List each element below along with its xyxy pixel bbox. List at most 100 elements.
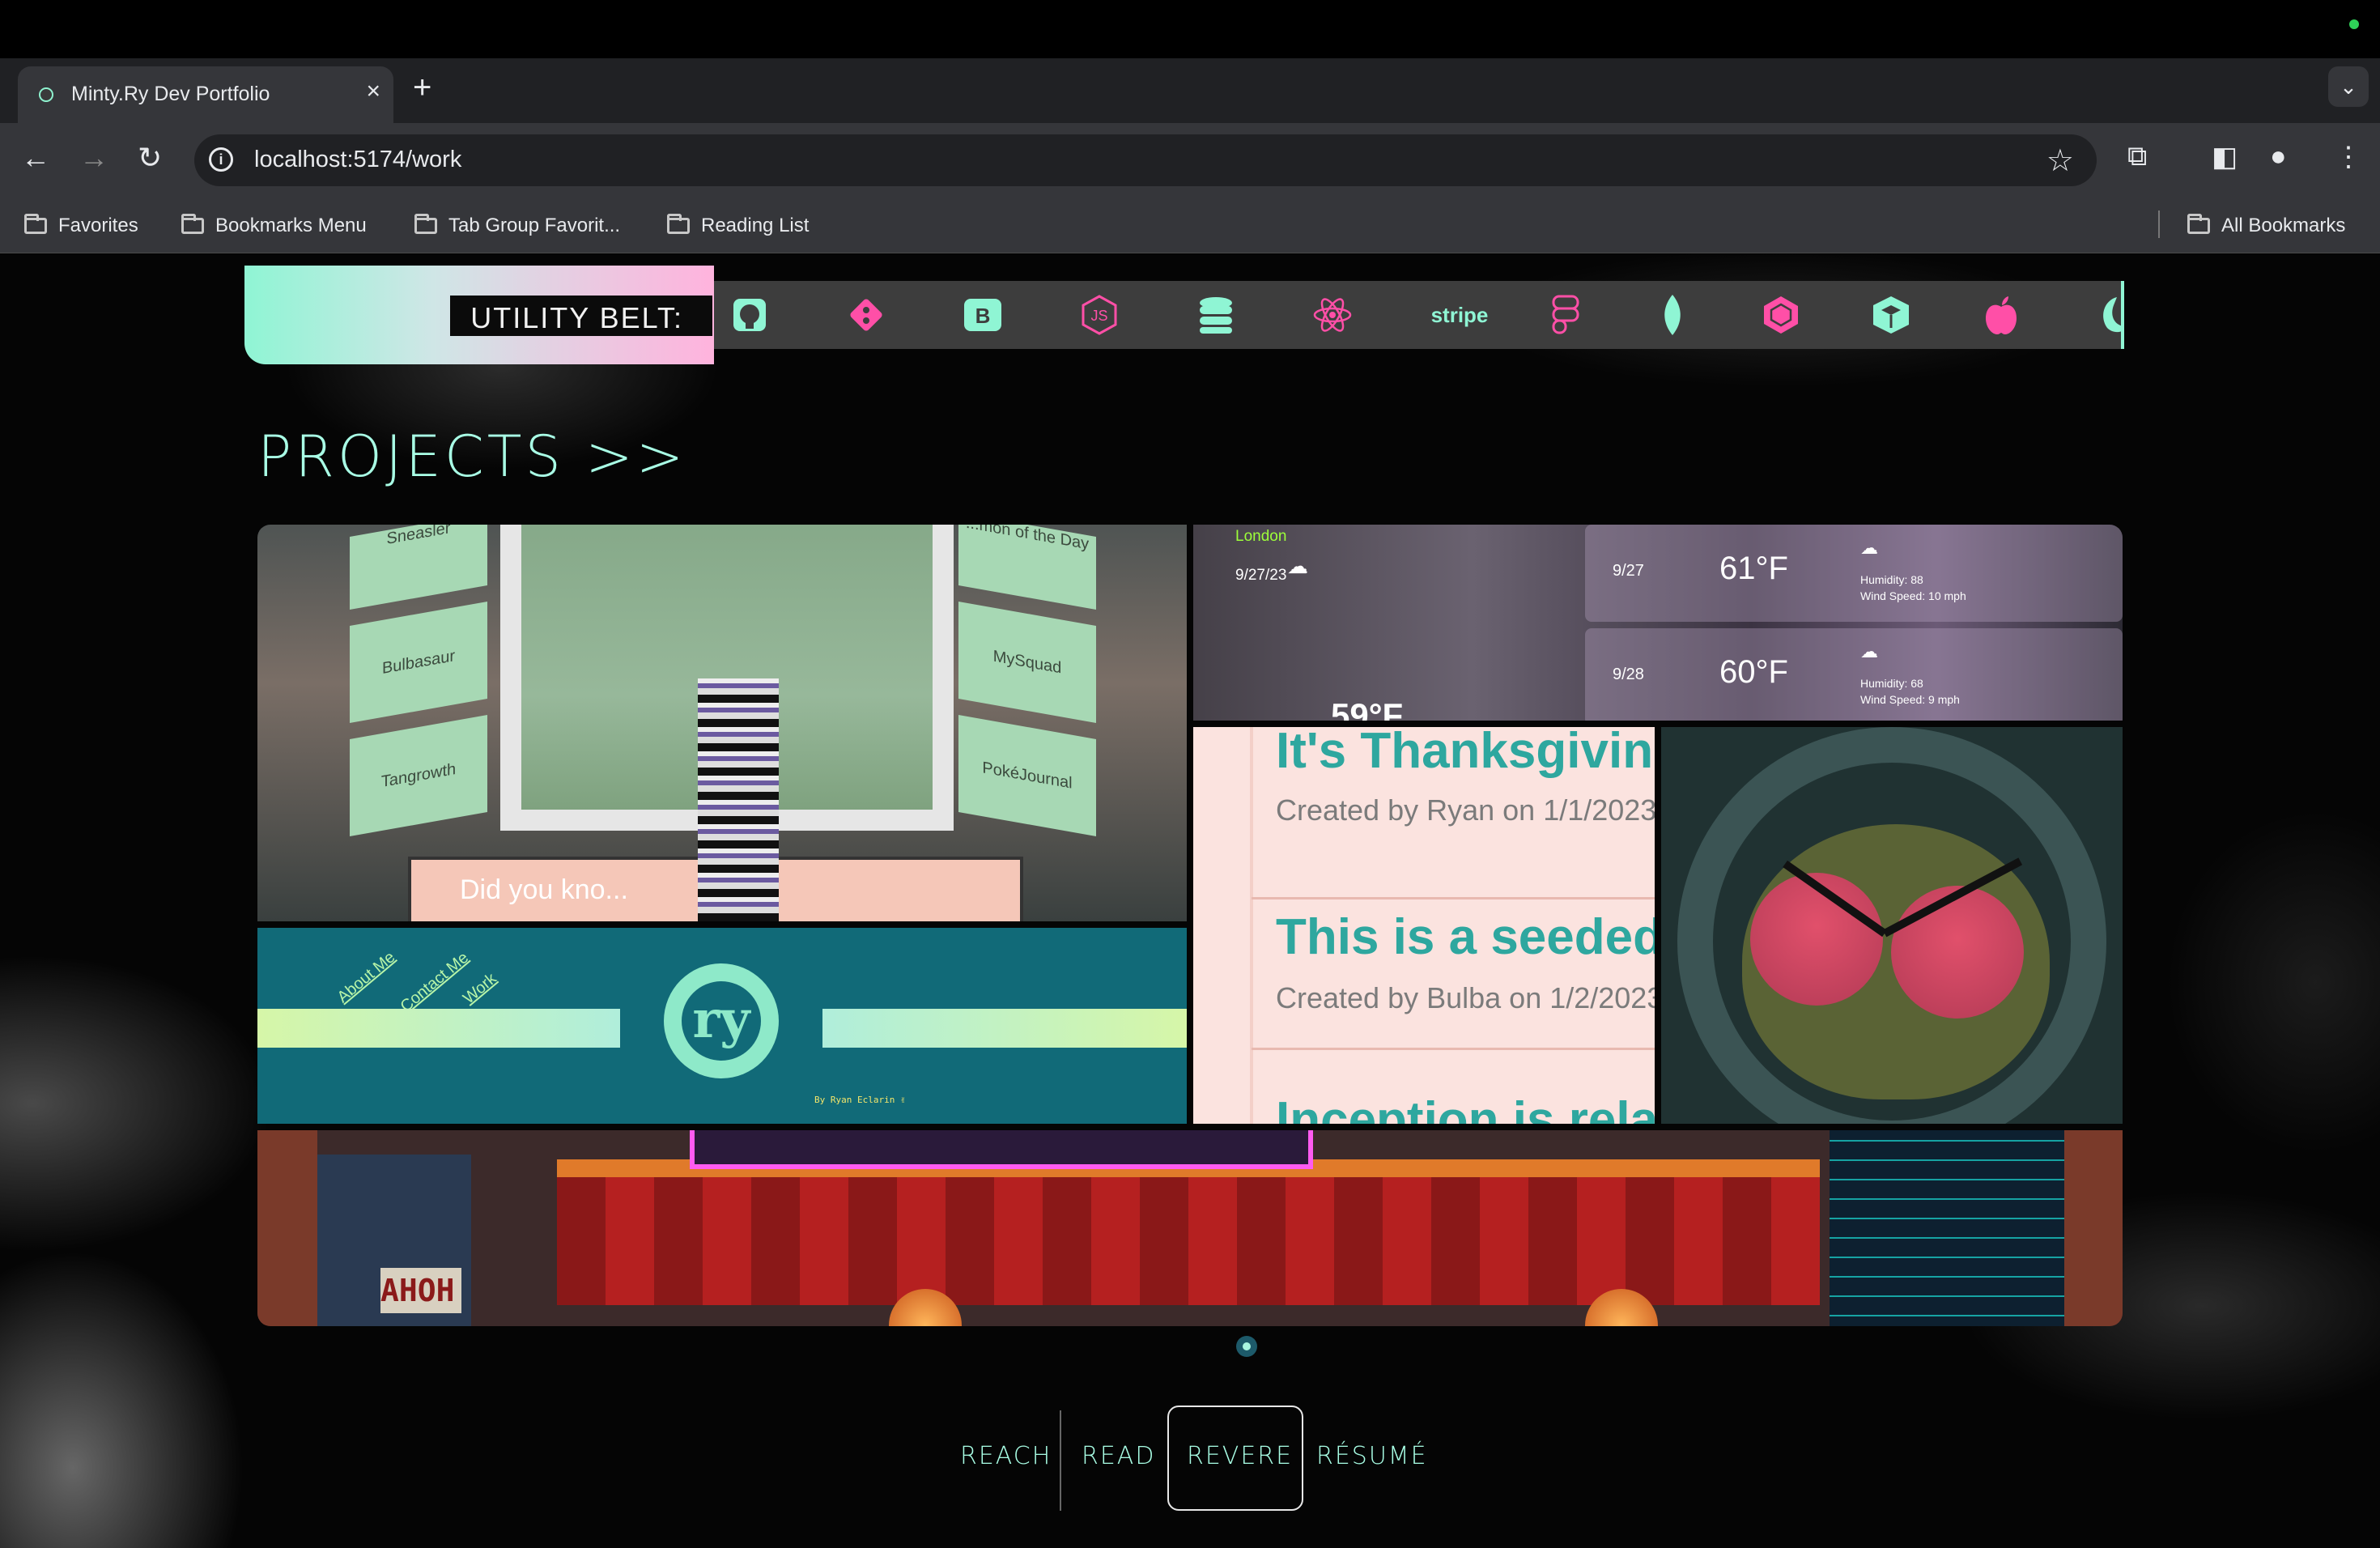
weather-city: London: [1235, 528, 1287, 545]
codesandbox-icon: [1868, 292, 1914, 338]
nav-revere[interactable]: REVERE: [1187, 1428, 1293, 1485]
cloud-icon: ☁: [1287, 554, 1308, 578]
moon-icon: [2089, 292, 2121, 338]
project-card-weather[interactable]: London 9/27/23 ☁ 59°F 9/27 61°F ☁ Humidi…: [1193, 525, 2123, 721]
forecast-temp: 61°F: [1719, 551, 1788, 586]
svg-text:B: B: [975, 304, 991, 328]
site-info-icon[interactable]: i: [209, 147, 233, 172]
forecast-wind: Wind Speed: 10 mph: [1860, 589, 1966, 602]
pokedex-side-card: Sneasler: [350, 525, 487, 610]
blog-entry-title: It's Thanksgivin: [1276, 727, 1654, 779]
extensions-icon[interactable]: ⧉: [2127, 141, 2147, 172]
all-bookmarks-folder[interactable]: All Bookmarks: [2187, 212, 2345, 240]
bookmark-star-icon[interactable]: ☆: [2046, 142, 2074, 179]
bookmark-folder[interactable]: Tab Group Favorit...: [414, 212, 620, 240]
url-text[interactable]: localhost:5174/work: [254, 147, 461, 173]
react-icon: [1310, 292, 1355, 338]
pokedex-side-card: Bulbasaur: [350, 602, 487, 723]
pixel-skyline: [1830, 1130, 2064, 1326]
pokedex-card-label: ...mon of the Day: [965, 525, 1090, 554]
carousel-indicator[interactable]: [1236, 1336, 1257, 1357]
portfolio-link: About Me: [334, 948, 399, 1007]
portfolio-bar: [822, 1009, 1187, 1048]
figma-icon: [1543, 292, 1588, 338]
bookmark-folder[interactable]: Favorites: [24, 212, 138, 240]
pixel-brick-wall: [2064, 1130, 2123, 1326]
browser-tab[interactable]: Minty.Ry Dev Portfolio ×: [18, 66, 393, 123]
pixel-brick-wall: [257, 1130, 317, 1326]
address-bar[interactable]: i localhost:5174/work ☆: [194, 134, 2097, 186]
owl-eye: [1750, 873, 1883, 1006]
project-card-clock[interactable]: [1661, 727, 2123, 1124]
portfolio-credit: By Ryan Eclarin ✌: [814, 1095, 906, 1105]
forecast-day: 9/27: [1613, 562, 1644, 580]
apple-icon: [1978, 292, 2024, 338]
pixel-building: AHOH: [317, 1155, 471, 1326]
projects-heading: PROJECTS >>: [257, 423, 687, 490]
browser-toolbar: ← → ↻ i localhost:5174/work ☆ ⧉ ◧ ● ⋮: [0, 123, 2380, 199]
forecast-humidity: Humidity: 68: [1860, 677, 1923, 690]
weather-current-temp: 59°F: [1331, 696, 1404, 721]
forecast-card: 9/28 60°F ☁ Humidity: 68 Wind Speed: 9 m…: [1585, 628, 2123, 721]
os-menu-bar: [0, 0, 2380, 58]
bookmark-label: Tab Group Favorit...: [448, 215, 621, 236]
tab-search-button[interactable]: ⌄: [2328, 66, 2369, 107]
javascript-icon: JS: [1077, 292, 1122, 338]
bookmark-label: All Bookmarks: [2221, 215, 2346, 236]
utility-belt-label: UTILITY BELT:: [470, 301, 683, 334]
weather-date: 9/27/23: [1235, 567, 1287, 584]
stripe-icon: stripe: [1430, 302, 1489, 327]
reload-icon[interactable]: ↻: [138, 141, 162, 175]
forecast-wind: Wind Speed: 9 mph: [1860, 693, 1960, 706]
forecast-temp: 60°F: [1719, 654, 1788, 690]
bookmark-label: Bookmarks Menu: [215, 215, 367, 236]
bookmark-label: Reading List: [701, 215, 810, 236]
forecast-day: 9/28: [1613, 666, 1644, 683]
cloud-icon: ☁: [1860, 641, 1878, 661]
pokedex-card-label: Tangrowth: [380, 759, 457, 792]
project-card-pokedex[interactable]: Sneasler Bulbasaur Tangrowth ...mon of t…: [257, 525, 1187, 921]
close-tab-icon[interactable]: ×: [366, 78, 380, 105]
bookmark-folder[interactable]: Bookmarks Menu: [181, 212, 367, 240]
nav-resume[interactable]: RÉSUMÉ: [1316, 1428, 1428, 1485]
favicon-icon: [39, 87, 53, 102]
project-card-pixel-street[interactable]: AHOH: [257, 1130, 2123, 1326]
database-icon: [1193, 292, 1239, 338]
blog-entry: It's Thanksgivin Created by Ryan on 1/1/…: [1252, 727, 1655, 899]
github-icon: [727, 292, 772, 338]
weather-current: London 9/27/23 ☁ 59°F: [1193, 525, 1566, 721]
nav-divider: [1060, 1410, 1061, 1511]
blog-entry-meta: Created by Bulba on 1/2/2023: [1276, 981, 1655, 1014]
folder-icon: [181, 214, 204, 234]
project-card-portfolio[interactable]: About Me Contact Me Work ry By Ryan Ecla…: [257, 928, 1187, 1124]
svg-text:JS: JS: [1090, 308, 1107, 324]
blog-entry-meta: Created by Ryan on 1/1/2023: [1276, 793, 1655, 827]
portfolio-logo-mark: ry: [682, 981, 761, 1061]
pokedex-card-label: Bulbasaur: [381, 647, 456, 678]
bootstrap-icon: B: [960, 292, 1005, 338]
pokedex-card-label: PokéJournal: [982, 759, 1073, 793]
project-card-blog[interactable]: It's Thanksgivin Created by Ryan on 1/1/…: [1193, 727, 1655, 1124]
nav-read[interactable]: READ: [1082, 1428, 1155, 1485]
bottom-nav: REACH READ REVERE RÉSUMÉ: [939, 1406, 1428, 1511]
side-panel-icon[interactable]: ◧: [2212, 141, 2238, 173]
bookmark-folder[interactable]: Reading List: [667, 212, 809, 240]
profile-icon[interactable]: ●: [2270, 141, 2287, 172]
forecast-humidity: Humidity: 88: [1860, 573, 1923, 586]
page-viewport: UTILITY BELT: B JS stripe PROJECTS >> Sn…: [0, 253, 2380, 1548]
tab-strip: Minty.Ry Dev Portfolio × + ⌄: [0, 58, 2380, 123]
forward-icon[interactable]: →: [79, 141, 108, 175]
folder-icon: [24, 214, 47, 234]
portfolio-link: Contact Me: [397, 948, 473, 1016]
new-tab-button[interactable]: +: [413, 70, 431, 106]
pixel-sign: AHOH: [380, 1268, 461, 1313]
folder-icon: [2187, 214, 2210, 234]
pokedex-fact-text: Did you kno...: [460, 874, 628, 905]
pokedex-side-card: MySquad: [958, 602, 1096, 723]
utility-belt-strip: B JS stripe: [714, 281, 2124, 349]
nav-reach[interactable]: REACH: [960, 1428, 1052, 1485]
pixel-neon-sign: [690, 1130, 1313, 1169]
pokedex-side-card: PokéJournal: [958, 715, 1096, 836]
menu-icon[interactable]: ⋮: [2335, 141, 2362, 173]
back-icon[interactable]: ←: [21, 141, 50, 175]
